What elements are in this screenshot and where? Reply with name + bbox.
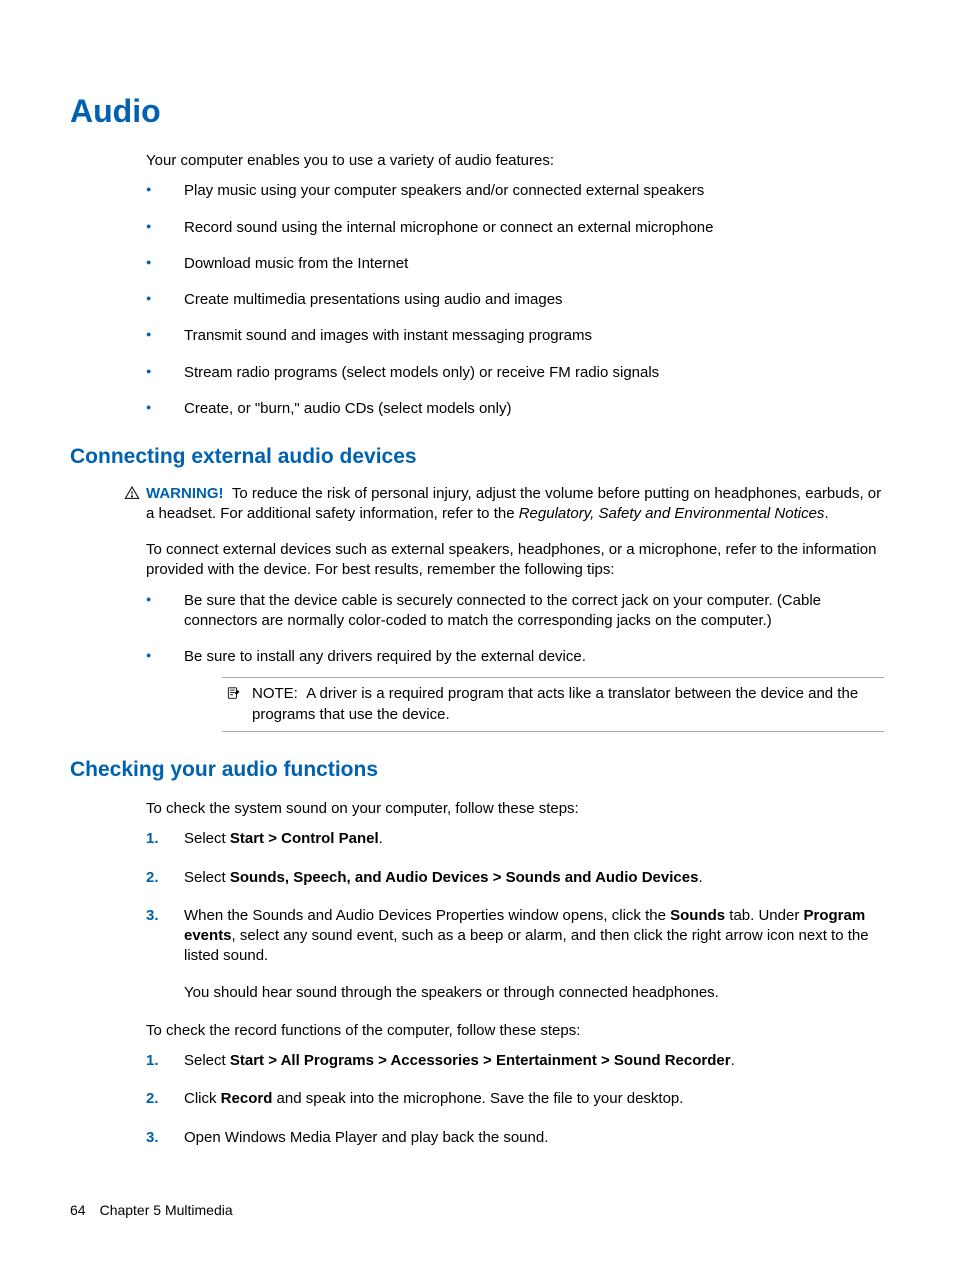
note-icon: [226, 686, 240, 700]
list-item: Create multimedia presentations using au…: [146, 290, 884, 310]
note-label: NOTE:: [252, 685, 298, 702]
chapter-label: Chapter 5 Multimedia: [100, 1202, 233, 1218]
list-item: Stream radio programs (select models onl…: [146, 363, 884, 383]
list-item: Be sure that the device cable is securel…: [146, 591, 884, 632]
tips-list: Be sure that the device cable is securel…: [146, 591, 884, 732]
intro-text: Your computer enables you to use a varie…: [146, 151, 884, 171]
step-sub-para: You should hear sound through the speake…: [184, 983, 884, 1003]
page-title: Audio: [70, 90, 884, 133]
check-para-2: To check the record functions of the com…: [146, 1021, 884, 1041]
step-item: Select Start > All Programs > Accessorie…: [146, 1051, 884, 1071]
warning-admonition: WARNING! To reduce the risk of personal …: [146, 484, 884, 525]
step-item: Click Record and speak into the micropho…: [146, 1089, 884, 1109]
note-admonition: NOTE: A driver is a required program tha…: [222, 677, 884, 732]
list-item: Record sound using the internal micropho…: [146, 218, 884, 238]
warning-label: WARNING!: [146, 485, 224, 502]
steps-list-2: Select Start > All Programs > Accessorie…: [146, 1051, 884, 1148]
step-item: Select Start > Control Panel.: [146, 829, 884, 849]
list-item: Download music from the Internet: [146, 254, 884, 274]
warning-icon: [124, 485, 140, 501]
step-item: Select Sounds, Speech, and Audio Devices…: [146, 868, 884, 888]
list-item: Be sure to install any drivers required …: [146, 647, 884, 732]
connect-para: To connect external devices such as exte…: [146, 540, 884, 581]
note-text: A driver is a required program that acts…: [252, 685, 858, 722]
list-item: Create, or "burn," audio CDs (select mod…: [146, 399, 884, 419]
step-item: Open Windows Media Player and play back …: [146, 1128, 884, 1148]
section-heading-connecting: Connecting external audio devices: [70, 443, 884, 471]
check-para-1: To check the system sound on your comput…: [146, 799, 884, 819]
section-heading-checking: Checking your audio functions: [70, 756, 884, 784]
step-item: When the Sounds and Audio Devices Proper…: [146, 906, 884, 1003]
warning-ref: Regulatory, Safety and Environmental Not…: [519, 505, 825, 522]
feature-list: Play music using your computer speakers …: [146, 181, 884, 419]
list-item: Play music using your computer speakers …: [146, 181, 884, 201]
steps-list-1: Select Start > Control Panel. Select Sou…: [146, 829, 884, 1003]
list-item: Transmit sound and images with instant m…: [146, 326, 884, 346]
page-number: 64: [70, 1202, 86, 1218]
page-footer: 64 Chapter 5 Multimedia: [70, 1201, 233, 1220]
